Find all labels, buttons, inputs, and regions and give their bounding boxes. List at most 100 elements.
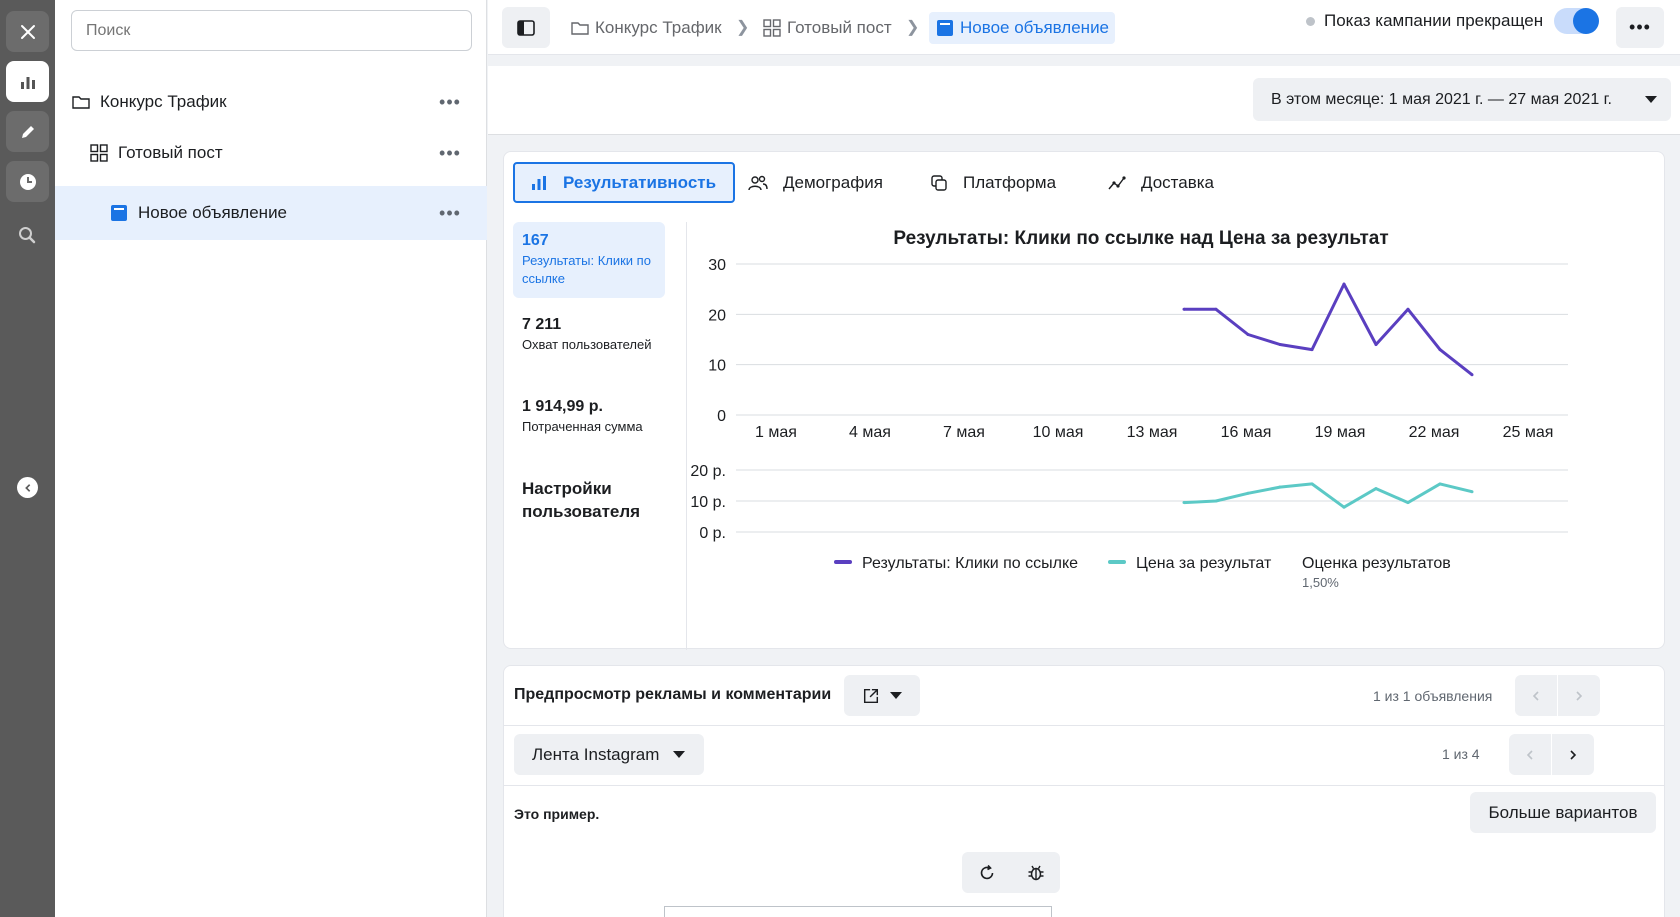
- estimate-label: Оценка результатов: [1302, 555, 1451, 572]
- performance-nav-button[interactable]: [6, 61, 49, 102]
- refresh-button[interactable]: [962, 852, 1011, 893]
- top-chart-data-point: [1278, 343, 1282, 347]
- ad-preview-card: Предпросмотр рекламы и комментарии 1 из …: [503, 665, 1665, 917]
- top-chart-data-point: [1310, 348, 1314, 352]
- preview-title: Предпросмотр рекламы и комментарии: [514, 686, 832, 703]
- x-tick-label: 4 мая: [849, 424, 891, 441]
- close-button[interactable]: [6, 11, 49, 52]
- tree-item-more-button[interactable]: •••: [435, 201, 465, 225]
- tab-platform[interactable]: Платформа: [929, 162, 1056, 203]
- bar-chart-icon: [20, 76, 35, 89]
- preview-tools: [962, 852, 1060, 893]
- magnifier-icon: [19, 227, 36, 244]
- metric-reach[interactable]: 7 211 Охват пользователей: [513, 306, 665, 364]
- external-link-icon: [863, 688, 879, 703]
- bar-chart-icon: [532, 175, 546, 190]
- caret-down-icon: [673, 751, 686, 758]
- breadcrumb-adset[interactable]: Готовый пост: [762, 12, 892, 44]
- bottom-chart-y-tick-label: 20 р.: [690, 463, 726, 480]
- tree-item-more-button[interactable]: •••: [435, 141, 465, 165]
- breadcrumb-campaign[interactable]: Конкурс Трафик: [570, 12, 722, 44]
- tab-demographics[interactable]: Демография: [747, 162, 883, 203]
- folder-icon: [571, 22, 589, 35]
- status-dot: [1306, 17, 1315, 26]
- trend-icon: [1108, 175, 1126, 189]
- campaign-toggle[interactable]: [1554, 8, 1599, 34]
- more-options-button[interactable]: •••: [1616, 7, 1664, 48]
- tree-item-more-button[interactable]: •••: [435, 90, 465, 114]
- sidebar-toggle-icon: [517, 19, 535, 36]
- prev-ad-button[interactable]: [1515, 675, 1557, 716]
- people-icon: [748, 175, 768, 190]
- x-tick-label: 7 мая: [943, 424, 985, 441]
- refresh-icon: [980, 864, 993, 879]
- campaign-status-text: Показ кампании прекращен: [1324, 11, 1544, 30]
- bottom-chart-data-point: [1246, 491, 1250, 495]
- chevron-left-icon: [1532, 690, 1539, 701]
- more-variants-button[interactable]: Больше вариантов: [1470, 792, 1656, 833]
- placement-select[interactable]: Лента Instagram: [514, 734, 704, 775]
- top-chart-y-tick-label: 30: [708, 257, 726, 274]
- x-tick-label: 10 мая: [1033, 424, 1084, 441]
- legend-swatch: [1108, 560, 1126, 564]
- bottom-chart-data-point: [1214, 499, 1218, 503]
- caret-down-icon: [1645, 96, 1657, 103]
- legend-swatch: [834, 560, 852, 564]
- bottom-chart-y-tick-label: 10 р.: [690, 494, 726, 511]
- metric-spent[interactable]: 1 914,99 р. Потраченная сумма: [513, 388, 665, 446]
- bottom-chart-data-point: [1438, 482, 1442, 486]
- next-ad-button[interactable]: [1558, 675, 1600, 716]
- devices-icon: [931, 174, 947, 191]
- tab-performance[interactable]: Результативность: [513, 162, 735, 203]
- ads-count: 1 из 1 объявления: [1373, 688, 1493, 704]
- x-tick-label: 25 мая: [1503, 424, 1554, 441]
- top-chart-y-tick-label: 20: [708, 307, 726, 324]
- chevron-right-icon: ❯: [736, 19, 750, 36]
- edit-nav-button[interactable]: [6, 111, 49, 152]
- panel-toggle-button[interactable]: [502, 7, 550, 48]
- top-chart-data-point: [1342, 282, 1346, 286]
- inspect-nav-button[interactable]: [17, 225, 39, 247]
- placement-count: 1 из 4: [1442, 746, 1480, 762]
- tree-item-adset[interactable]: Готовый пост •••: [55, 126, 487, 180]
- date-range-picker[interactable]: В этом месяце: 1 мая 2021 г. — 27 мая 20…: [1253, 78, 1671, 121]
- prev-placement-button[interactable]: [1509, 734, 1551, 775]
- top-chart-data-point: [1182, 307, 1186, 311]
- top-chart-series-line: [1184, 282, 1473, 376]
- icon-rail: [0, 0, 55, 917]
- caret-down-icon: [890, 692, 902, 699]
- x-tick-label: 22 мая: [1409, 424, 1460, 441]
- custom-settings-link[interactable]: Настройки пользователя: [522, 477, 672, 523]
- chevron-right-icon: [1570, 749, 1577, 760]
- performance-chart: Результаты: Клики по ссылке над Цена за …: [690, 228, 1568, 590]
- open-preview-button[interactable]: [844, 675, 920, 716]
- grid-icon: [89, 143, 109, 163]
- breadcrumb-ad[interactable]: Новое объявление: [929, 12, 1116, 44]
- history-nav-button[interactable]: [6, 161, 49, 202]
- top-chart-data-point: [1374, 343, 1378, 347]
- search-input[interactable]: [71, 10, 472, 51]
- bottom-chart-data-point: [1342, 505, 1346, 509]
- tab-delivery[interactable]: Доставка: [1107, 162, 1214, 203]
- report-bug-button[interactable]: [1011, 852, 1060, 893]
- chevron-right-icon: ❯: [906, 19, 920, 36]
- divider: [504, 725, 1664, 726]
- app-root: Конкурс Трафик ••• Готовый пост ••• Ново…: [0, 0, 1680, 917]
- tree-item-campaign[interactable]: Конкурс Трафик •••: [55, 75, 487, 129]
- tree-item-ad[interactable]: Новое объявление •••: [55, 186, 487, 240]
- next-placement-button[interactable]: [1552, 734, 1594, 775]
- collapse-sidebar-button[interactable]: [17, 477, 38, 498]
- close-icon: [20, 24, 35, 39]
- campaign-tree-sidebar: Конкурс Трафик ••• Готовый пост ••• Ново…: [55, 0, 487, 917]
- x-tick-label: 1 мая: [755, 424, 797, 441]
- pencil-icon: [21, 125, 34, 138]
- bottom-chart-data-point: [1470, 490, 1474, 494]
- bottom-chart-data-point: [1374, 487, 1378, 491]
- top-chart-data-point: [1406, 307, 1410, 311]
- chevron-right-icon: [1576, 690, 1583, 701]
- chevron-left-icon: [24, 483, 30, 492]
- metric-results[interactable]: 167 Результаты: Клики по ссылке: [513, 222, 665, 298]
- divider: [504, 785, 1664, 786]
- estimate-value: 1,50%: [1302, 575, 1339, 590]
- bottom-chart-data-point: [1310, 482, 1314, 486]
